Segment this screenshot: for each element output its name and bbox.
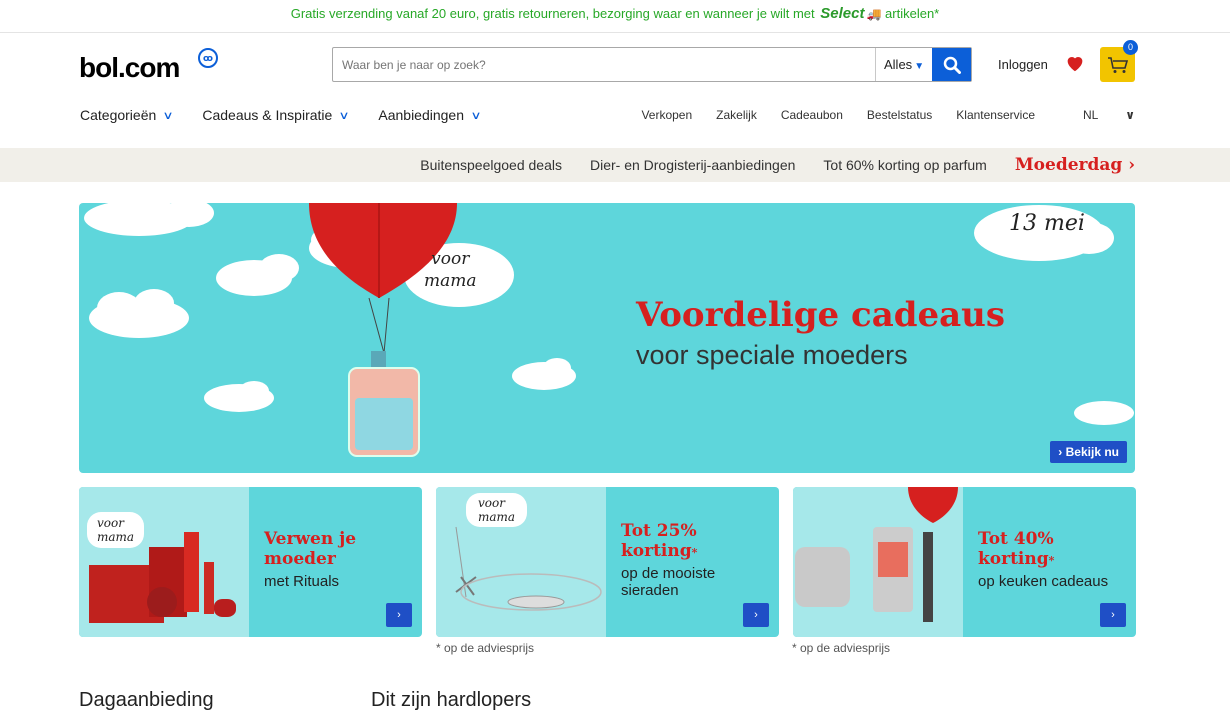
select-logo: Select [820, 5, 865, 22]
chevron-right-icon: › [1111, 609, 1115, 621]
tag-line: voor [478, 496, 505, 510]
nav-aanbiedingen[interactable]: Aanbiedingen ∨ [378, 107, 482, 123]
tag-line: voor [431, 249, 470, 269]
main-nav: Categorieën ∨ Cadeaus & Inspiratie ∨ Aanbi… [80, 107, 510, 123]
card-heading: Tot 40% korting* [978, 529, 1055, 569]
nav-label: Aanbiedingen [378, 107, 465, 123]
nav-cadeaus-inspiratie[interactable]: Cadeaus & Inspiratie ∨ [202, 107, 350, 123]
deal-link-parfum[interactable]: Tot 60% korting op parfum [823, 157, 986, 173]
card-heading-line: korting [978, 549, 1049, 569]
search-bar: Alles▼ [332, 47, 972, 82]
footnote: * op de adviesprijs [792, 641, 891, 655]
promo-card-keuken[interactable]: Tot 40% korting* op keuken cadeaus › [793, 487, 1136, 637]
language-label: NL [1083, 108, 1098, 122]
search-icon [943, 56, 961, 74]
secondary-nav: Verkopen Zakelijk Cadeaubon Bestelstatus… [617, 108, 1135, 122]
cta-label: Bekijk nu [1065, 445, 1119, 459]
card-text: op keuken cadeaus [978, 573, 1109, 590]
card-text: met Rituals [264, 573, 340, 590]
moederdag-label: Moederdag [1014, 155, 1123, 175]
card-text-2: sieraden [621, 582, 679, 599]
card-heading: Tot 25% korting* [621, 521, 698, 561]
tag-line: mama [97, 530, 135, 544]
moederdag-link[interactable]: Moederdag › [1015, 155, 1135, 175]
promo-text-after: artikelen* [885, 6, 940, 21]
section-title-dagaanbieding: Dagaanbieding [79, 689, 214, 711]
nav-label: Categorieën [80, 107, 157, 123]
chevron-right-icon: › [1128, 155, 1135, 175]
nav-categorieen[interactable]: Categorieën ∨ [80, 107, 174, 123]
tag-line: voor [97, 516, 124, 530]
nav-verkopen[interactable]: Verkopen [641, 108, 692, 122]
card-heading-line: korting [621, 541, 692, 561]
search-input[interactable] [333, 48, 875, 81]
card-arrow-button[interactable]: › [386, 603, 412, 627]
select-truck-icon: 🚚 [866, 7, 882, 21]
card-heading-line: Tot 40% [978, 529, 1054, 549]
promo-text: Gratis verzending vanaf 20 euro, gratis … [290, 6, 815, 21]
login-link[interactable]: Inloggen [998, 57, 1048, 72]
search-scope-label: Alles [884, 57, 913, 72]
tag-line: mama [478, 510, 516, 524]
deal-link-dier-drogisterij[interactable]: Dier- en Drogisterij-aanbiedingen [590, 157, 795, 173]
section-title-hardlopers: Dit zijn hardlopers [371, 689, 532, 711]
card-heading-line: moeder [264, 549, 336, 569]
header: bol.com ꝏ Alles▼ Inloggen 0 Categorieën ∨… [0, 33, 1230, 148]
cart-count-badge: 0 [1123, 40, 1138, 55]
logo[interactable]: bol.com [79, 52, 180, 84]
voor-mama-tag: voor mama [424, 248, 477, 292]
chevron-right-icon: › [754, 609, 758, 621]
nav-klantenservice[interactable]: Klantenservice [956, 108, 1035, 122]
promo-card-rituals[interactable]: voor mama Verwen je moeder met Rituals › [79, 487, 422, 637]
chevron-right-icon: › [397, 609, 401, 621]
chevron-down-icon: ∨ [1125, 108, 1135, 122]
deals-bar: Buitenspeelgoed deals Dier- en Drogister… [0, 148, 1230, 182]
search-scope-select[interactable]: Alles ▼ [875, 48, 932, 81]
chevron-right-icon: › [1058, 445, 1063, 459]
tag-line: mama [424, 271, 477, 291]
promo-card-sieraden[interactable]: voor mama Tot 25% korting* op de mooiste s… [436, 487, 779, 637]
cart-icon [1107, 56, 1128, 73]
card-heading-line: Verwen je [264, 529, 357, 549]
bekijk-nu-button[interactable]: › Bekijk nu [1050, 441, 1127, 463]
card-heading: Verwen je moeder [264, 529, 356, 569]
wishlist-heart-icon[interactable] [1064, 52, 1086, 79]
nav-zakelijk[interactable]: Zakelijk [716, 108, 757, 122]
chevron-down-icon: ∨ [338, 109, 350, 122]
kitchen-product-image [793, 487, 963, 637]
chevron-down-icon: ∨ [470, 109, 482, 122]
search-button[interactable] [932, 48, 971, 81]
card-heading-line: Tot 25% [621, 521, 697, 541]
chevron-down-icon: ▼ [914, 61, 925, 72]
footnote: * op de adviesprijs [436, 641, 535, 655]
card-arrow-button[interactable]: › [743, 603, 769, 627]
nav-cadeaubon[interactable]: Cadeaubon [781, 108, 843, 122]
card-text: op de mooiste [621, 565, 716, 582]
nav-bestelstatus[interactable]: Bestelstatus [867, 108, 932, 122]
logo-badge-icon: ꝏ [198, 48, 218, 68]
language-select[interactable]: NL ∨ [1059, 108, 1135, 122]
hero-banner[interactable]: voor mama 13 mei Voordelige cadeaus voor … [79, 203, 1135, 473]
hero-date: 13 mei [1009, 211, 1085, 236]
balloon-icon [908, 487, 958, 523]
jewelry-product-image: voor mama [436, 487, 606, 637]
deal-link-buitenspeelgoed[interactable]: Buitenspeelgoed deals [420, 157, 562, 173]
hero-subtitle: voor speciale moeders [636, 340, 908, 370]
nav-label: Cadeaus & Inspiratie [202, 107, 333, 123]
hero-title: Voordelige cadeaus [636, 295, 1006, 335]
card-arrow-button[interactable]: › [1100, 603, 1126, 627]
clouds-illustration [84, 203, 1134, 457]
promo-bar[interactable]: Gratis verzending vanaf 20 euro, gratis … [0, 0, 1230, 33]
rituals-product-image: voor mama [79, 487, 249, 637]
promo-cards: voor mama Verwen je moeder met Rituals › v… [79, 487, 1136, 637]
chevron-down-icon: ∨ [162, 109, 174, 122]
